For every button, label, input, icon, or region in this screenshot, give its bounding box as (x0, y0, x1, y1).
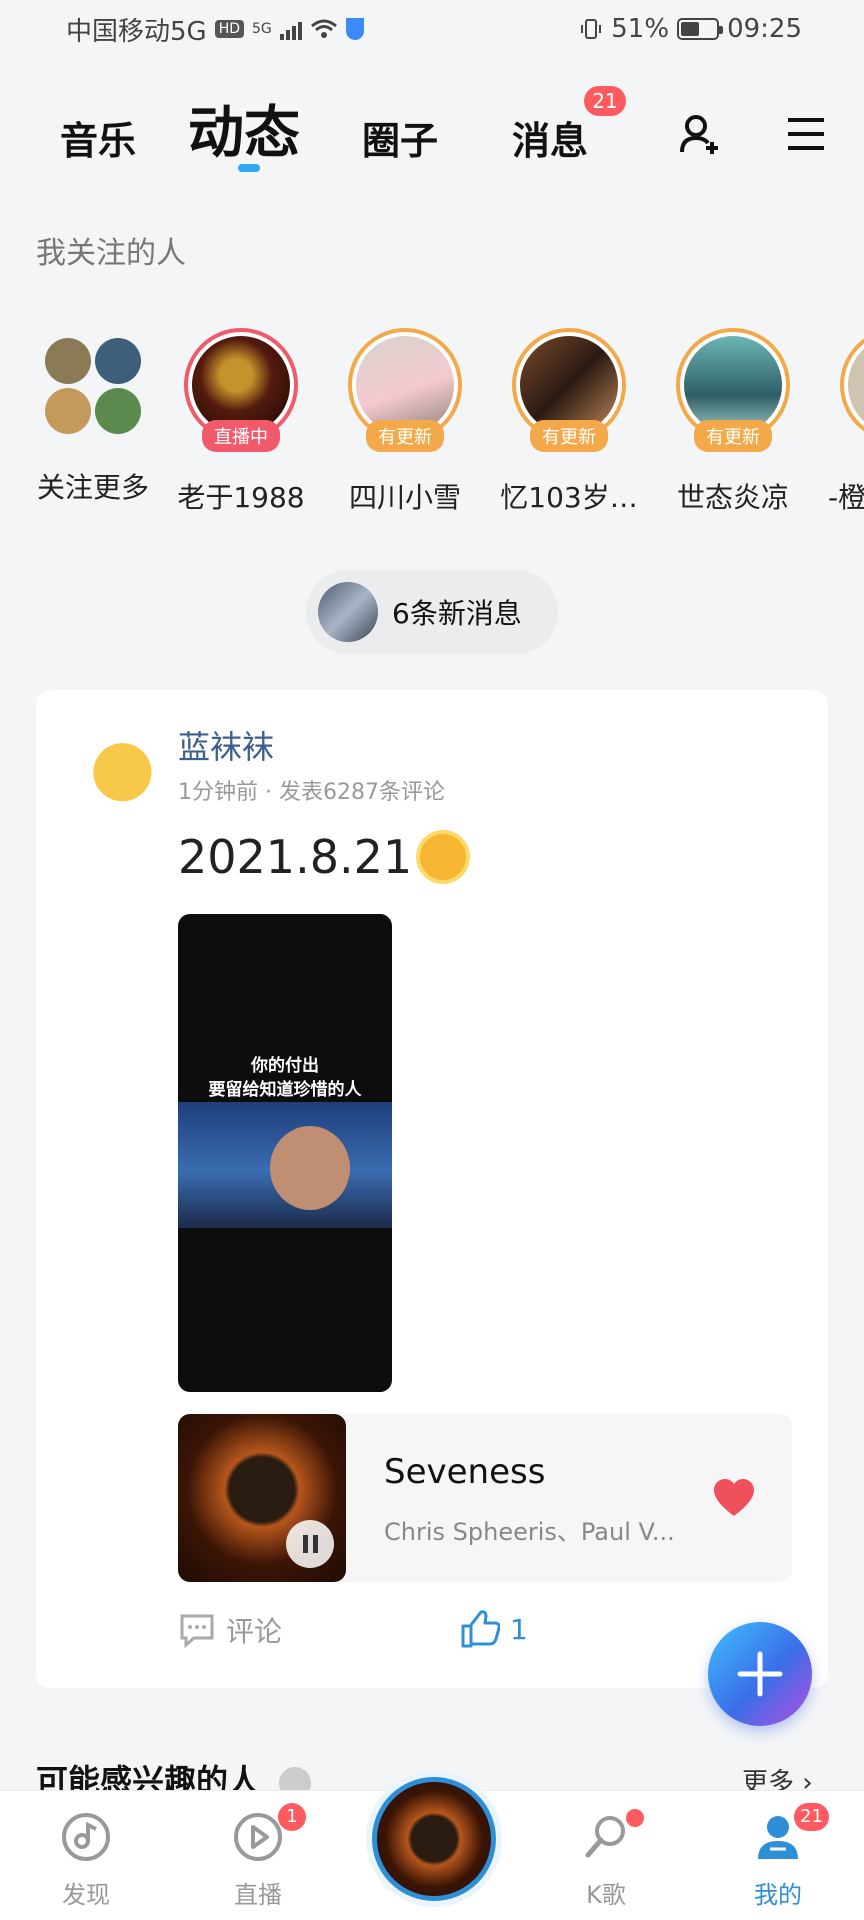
sun-emoji-icon (420, 834, 467, 880)
tab-messages[interactable]: 消息 (512, 110, 588, 165)
tab-feed[interactable]: 动态 (188, 88, 300, 169)
follow-more-item[interactable]: 关注更多 (18, 320, 168, 506)
new-messages-pill[interactable]: 6条新消息 (306, 570, 558, 654)
karaoke-dot-badge (626, 1809, 644, 1827)
post-card: 蓝袜袜 1分钟前 · 发表6287条评论 2021.8.21 你的付出 要留给知… (36, 690, 828, 1688)
shield-icon (345, 18, 364, 40)
post-avatar[interactable] (72, 726, 156, 810)
plus-icon (737, 1651, 783, 1697)
bottom-tab-label: 发现 (62, 1881, 110, 1909)
comment-icon (180, 1614, 214, 1648)
bottom-tab-live[interactable]: 直播 1 (198, 1803, 318, 1910)
image-character (270, 1126, 350, 1210)
song-artist: Chris Spheeris、Paul V... (384, 1518, 675, 1546)
bottom-nav: 发现 直播 1 K歌 我的 21 (0, 1777, 864, 1920)
create-post-button[interactable] (708, 1622, 812, 1726)
follow-item[interactable]: 有更新 忆103岁… (494, 320, 644, 516)
top-nav: 音乐 动态 圈子 消息 21 (0, 80, 864, 180)
network-text: 5G (252, 21, 272, 37)
image-caption: 你的付出 要留给知道珍惜的人 (178, 1054, 392, 1102)
pause-bar (312, 1535, 318, 1553)
avatar (318, 582, 378, 642)
heart-icon[interactable] (712, 1478, 756, 1518)
comment-label: 评论 (226, 1615, 283, 1648)
live-badge: 直播中 (202, 420, 280, 452)
follow-item[interactable]: -橙 (822, 320, 864, 516)
tab-circles[interactable]: 圈子 (362, 110, 438, 165)
update-badge: 有更新 (530, 420, 608, 452)
bottom-tab-label: K歌 (586, 1881, 626, 1909)
messages-badge: 21 (584, 86, 626, 116)
post-text: 2021.8.21 (178, 830, 467, 884)
add-friend-icon[interactable] (678, 112, 722, 156)
song-title: Seveness (384, 1452, 546, 1492)
menu-icon[interactable] (784, 112, 828, 156)
post-text-content: 2021.8.21 (178, 830, 413, 884)
comment-button[interactable]: 评论 (178, 1610, 282, 1650)
post-username[interactable]: 蓝袜袜 (178, 722, 274, 768)
like-count: 1 (510, 1612, 528, 1646)
follow-name: 四川小雪 (348, 481, 461, 514)
bottom-tab-mine[interactable]: 我的 21 (718, 1803, 838, 1910)
update-badge: 有更新 (694, 420, 772, 452)
avatar: 有更新 (512, 328, 626, 452)
follow-name: 忆103岁… (500, 481, 638, 514)
following-list: 关注更多 直播中 老于1988 有更新 四川小雪 有更新 忆103岁… 有更新 … (0, 320, 864, 530)
live-tab-badge: 1 (278, 1803, 306, 1831)
album-art (178, 1414, 346, 1582)
bottom-tab-discover[interactable]: 发现 (26, 1811, 146, 1910)
music-card[interactable]: Seveness Chris Spheeris、Paul V... (178, 1414, 792, 1582)
pause-button[interactable] (286, 1520, 334, 1568)
follow-item[interactable]: 直播中 老于1988 (166, 320, 316, 516)
signal-icon (279, 18, 302, 40)
update-badge: 有更新 (366, 420, 444, 452)
avatar: 直播中 (184, 328, 298, 452)
follow-item[interactable]: 有更新 四川小雪 (330, 320, 480, 516)
status-bar: 中国移动5G HD 5G 51% 09:25 (0, 0, 864, 58)
bottom-tab-label: 直播 (234, 1881, 282, 1909)
status-right: 51% 09:25 (579, 14, 802, 44)
image-caption-line: 要留给知道珍惜的人 (208, 1080, 362, 1100)
bottom-tab-karaoke[interactable]: K歌 (546, 1809, 666, 1910)
avatar: 有更新 (348, 328, 462, 452)
hd-icon: HD (214, 20, 245, 38)
play-circle-icon (234, 1813, 282, 1861)
now-playing-disc[interactable] (372, 1777, 496, 1901)
follow-name: 关注更多 (36, 471, 149, 504)
follow-item[interactable]: 有更新 世态炎凉 (658, 320, 808, 516)
avatar (840, 328, 864, 442)
new-messages-label: 6条新消息 (392, 597, 522, 630)
clock-time: 09:25 (727, 14, 802, 44)
music-note-icon (62, 1813, 110, 1861)
pause-bar (302, 1535, 308, 1553)
post-meta: 1分钟前 · 发表6287条评论 (178, 780, 445, 805)
follow-name: 世态炎凉 (676, 481, 789, 514)
battery-icon (677, 18, 724, 40)
vibrate-icon (581, 19, 602, 39)
microphone-icon (585, 1816, 625, 1858)
carrier-text: 中国移动5G (66, 16, 207, 47)
post-image[interactable]: 你的付出 要留给知道珍惜的人 (178, 914, 392, 1392)
mine-tab-badge: 21 (794, 1803, 829, 1831)
image-caption-line: 你的付出 (251, 1056, 319, 1076)
bottom-tab-label: 我的 (754, 1881, 802, 1909)
thumbs-up-icon (461, 1610, 500, 1648)
wifi-icon (310, 19, 337, 38)
follow-name: -橙 (828, 481, 864, 514)
status-left: 中国移动5G HD 5G (66, 11, 364, 48)
avatar: 有更新 (676, 328, 790, 452)
follow-more-avatar-grid (45, 338, 141, 434)
follow-name: 老于1988 (177, 481, 305, 514)
battery-percent: 51% (611, 14, 670, 44)
tab-music[interactable]: 音乐 (60, 110, 136, 165)
like-button[interactable]: 1 (460, 1610, 528, 1648)
following-section-title: 我关注的人 (36, 236, 186, 271)
active-tab-indicator (238, 164, 260, 172)
